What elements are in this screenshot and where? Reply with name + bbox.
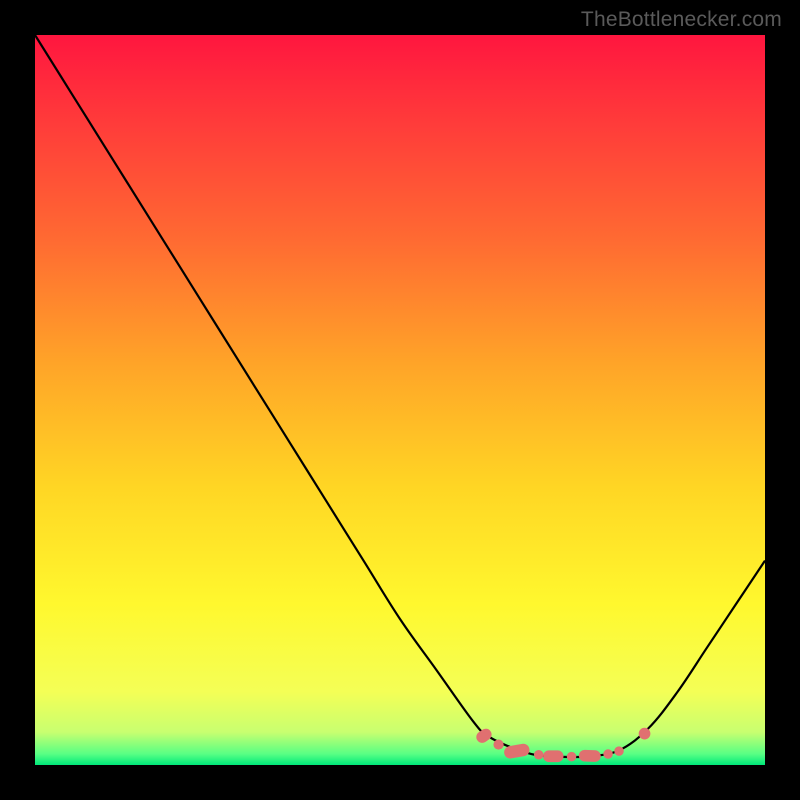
watermark-label: TheBottlenecker.com <box>581 8 782 32</box>
optimal-range-markers <box>35 35 765 765</box>
chart-plot-area <box>35 35 765 765</box>
